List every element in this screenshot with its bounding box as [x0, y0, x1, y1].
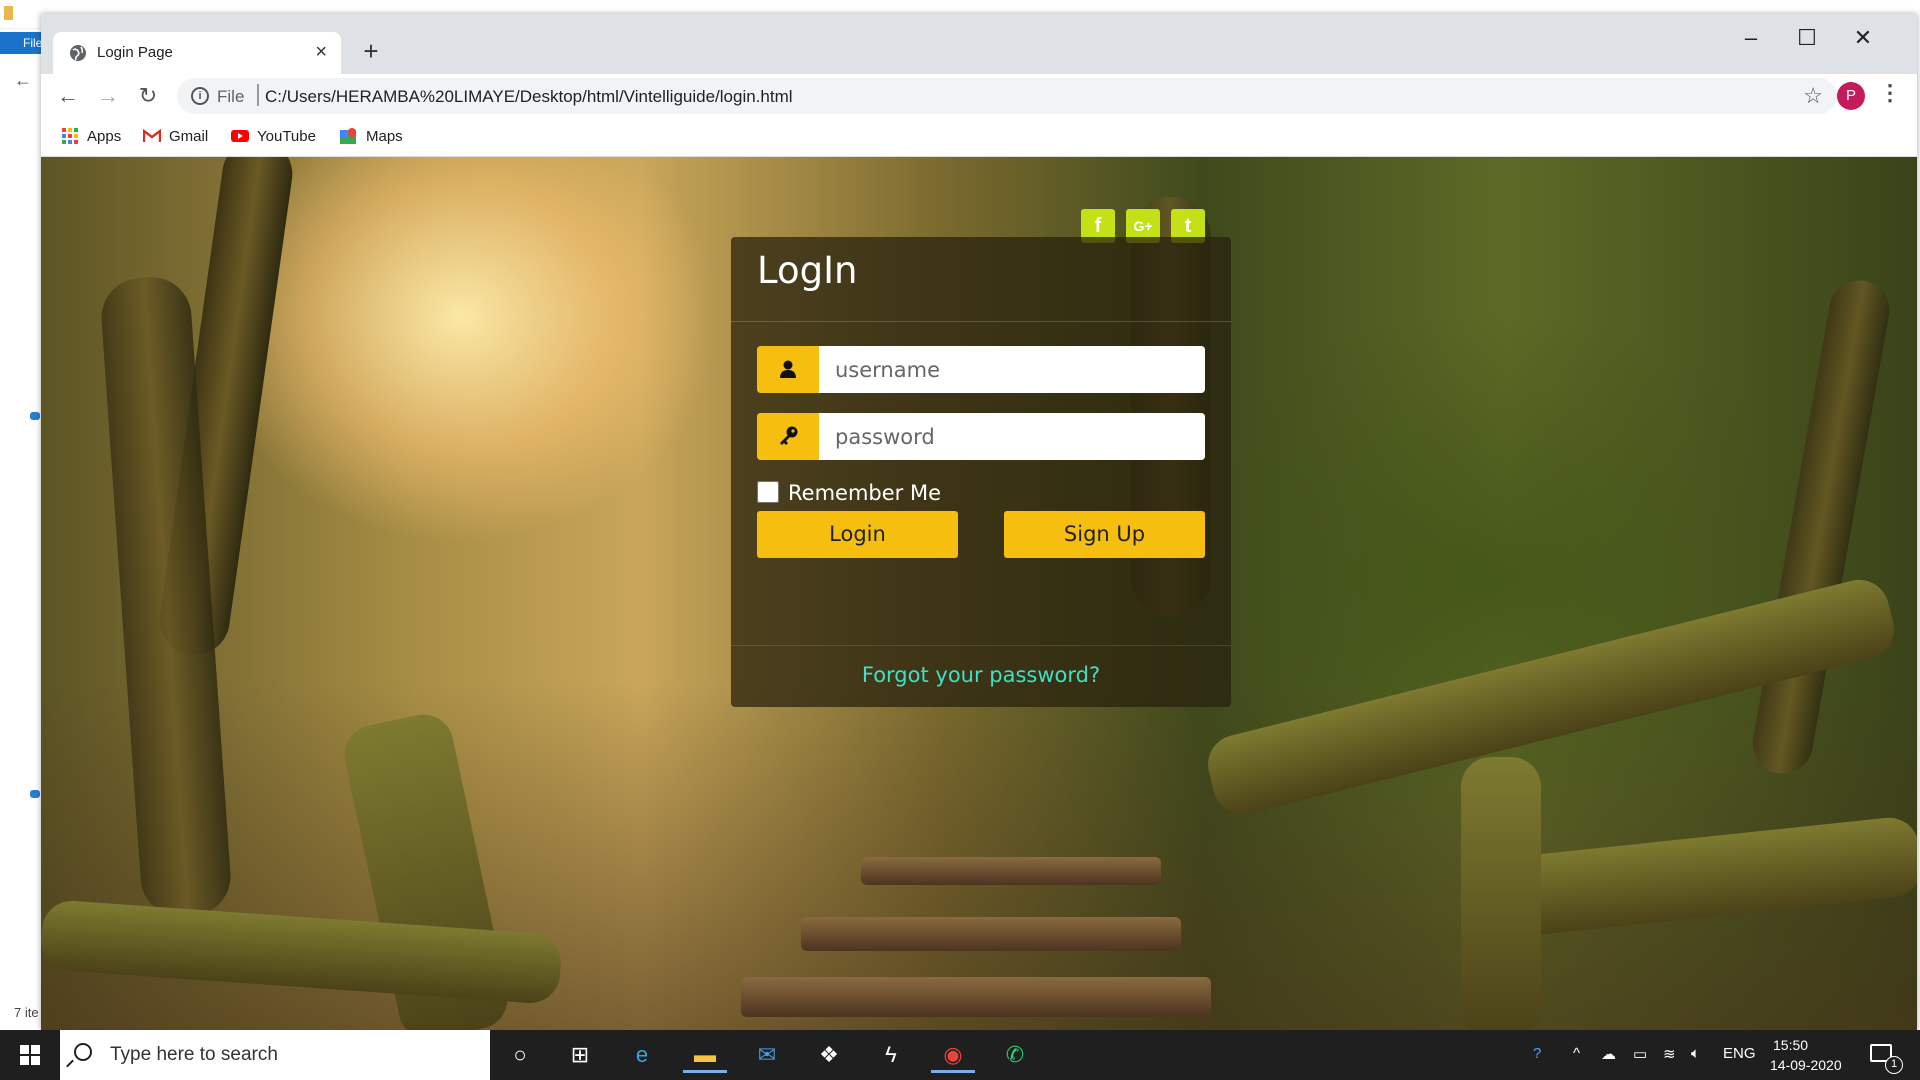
gmail-icon — [143, 128, 161, 142]
info-icon[interactable]: i — [191, 87, 209, 105]
cloud-icon — [30, 412, 40, 420]
login-card: LogIn username Remember Me Login Sign Up… — [731, 237, 1231, 707]
taskbar-search-placeholder: Type here to search — [110, 1044, 278, 1065]
key-icon — [780, 426, 798, 445]
search-icon — [74, 1043, 92, 1061]
background-back-icon[interactable]: ← — [14, 70, 32, 91]
maximize-icon[interactable]: ☐ — [1787, 22, 1827, 54]
background-file-tab-label: File — [23, 36, 43, 50]
start-button[interactable] — [0, 1030, 60, 1080]
chrome-icon[interactable]: ◉ — [931, 1037, 975, 1073]
taskbar: Type here to search ○ ⊞ e ▬ ✉ ❖ ϟ ◉ ✆ ? … — [0, 1030, 1920, 1080]
youtube-icon — [231, 130, 249, 142]
chevron-up-icon[interactable]: ^ — [1573, 1045, 1580, 1062]
battery-icon[interactable]: ▭ — [1633, 1045, 1647, 1063]
bookmark-apps-label: Apps — [87, 128, 122, 145]
menu-dots-icon[interactable]: ⋮ — [1879, 80, 1901, 106]
windows-logo-icon — [31, 1045, 40, 1054]
bookmark-star-icon[interactable]: ☆ — [1803, 83, 1823, 109]
card-divider — [731, 645, 1231, 646]
tab-login-page[interactable]: Login Page × — [53, 32, 341, 74]
bookmarks-bar: Apps Gmail YouTube Maps — [41, 118, 1917, 157]
user-addon — [757, 346, 819, 393]
taskbar-search[interactable]: Type here to search — [60, 1030, 490, 1080]
lightning-app-icon[interactable]: ϟ — [869, 1037, 913, 1073]
notification-count: 1 — [1885, 1056, 1903, 1074]
minimize-icon[interactable]: – — [1731, 22, 1771, 54]
folder-icon — [4, 6, 13, 20]
task-view-icon[interactable]: ⊞ — [558, 1037, 602, 1073]
login-button[interactable]: Login — [757, 511, 958, 558]
background-bridge-plank — [861, 857, 1161, 885]
cloud-icon — [30, 790, 40, 798]
browser-window: Login Page × + – ☐ ✕ ← → ↻ i File C:/Use… — [41, 14, 1917, 1030]
edge-icon[interactable]: e — [620, 1037, 664, 1073]
username-input[interactable] — [819, 346, 1205, 393]
forgot-password-link[interactable]: Forgot your password? — [731, 663, 1231, 687]
url-separator — [257, 84, 259, 106]
page-viewport: f G+ t LogIn username Remember Me Login … — [41, 157, 1917, 1030]
apps-grid-icon — [62, 128, 78, 144]
background-tree-trunk — [1748, 275, 1894, 779]
maps-icon — [340, 128, 356, 144]
volume-icon[interactable]: 🔈︎ — [1691, 1045, 1700, 1062]
user-icon — [780, 360, 796, 378]
key-addon — [757, 413, 819, 460]
back-arrow-icon[interactable]: ← — [53, 82, 83, 110]
url-scheme-label: File — [217, 87, 245, 106]
language-indicator[interactable]: ENG — [1723, 1045, 1756, 1062]
bookmark-maps-label: Maps — [366, 128, 403, 145]
bookmark-youtube[interactable]: YouTube — [231, 128, 316, 145]
remember-me-label[interactable]: Remember Me — [788, 481, 941, 505]
wifi-icon[interactable]: ≋ — [1663, 1045, 1676, 1063]
background-bridge-plank — [741, 977, 1211, 1017]
password-input[interactable] — [819, 413, 1205, 460]
onedrive-icon[interactable]: ☁ — [1601, 1045, 1616, 1063]
clock-date[interactable]: 14-09-2020 — [1770, 1057, 1842, 1073]
background-railing — [1487, 814, 1917, 940]
clock-time[interactable]: 15:50 — [1773, 1037, 1808, 1053]
profile-avatar[interactable]: P — [1837, 82, 1865, 110]
windows-logo-icon — [31, 1056, 40, 1065]
username-field — [757, 346, 1205, 393]
new-tab-button[interactable]: + — [355, 36, 387, 68]
mail-icon[interactable]: ✉ — [745, 1037, 789, 1073]
globe-icon — [70, 45, 86, 61]
background-titlebar — [0, 0, 44, 29]
url-text[interactable]: C:/Users/HERAMBA%20LIMAYE/Desktop/html/V… — [265, 87, 793, 107]
windows-logo-icon — [20, 1045, 29, 1054]
tab-close-icon[interactable]: × — [315, 41, 327, 64]
bookmark-gmail-label: Gmail — [169, 128, 209, 145]
background-status-text: 7 ite — [14, 1005, 39, 1020]
windows-logo-icon — [20, 1056, 29, 1065]
bookmark-apps[interactable]: Apps — [61, 128, 121, 145]
whatsapp-icon[interactable]: ✆ — [993, 1037, 1037, 1073]
tab-strip: Login Page × + – ☐ ✕ — [41, 14, 1917, 74]
login-title: LogIn — [757, 249, 858, 292]
background-bridge-plank — [801, 917, 1181, 951]
remember-me-checkbox[interactable] — [757, 481, 779, 503]
help-icon[interactable]: ? — [1533, 1045, 1541, 1062]
cortana-icon[interactable]: ○ — [498, 1037, 542, 1073]
browser-toolbar: ← → ↻ i File C:/Users/HERAMBA%20LIMAYE/D… — [41, 74, 1917, 118]
file-explorer-icon[interactable]: ▬ — [683, 1037, 727, 1073]
close-icon[interactable]: ✕ — [1843, 22, 1883, 54]
bookmark-gmail[interactable]: Gmail — [143, 128, 208, 145]
sign-up-button[interactable]: Sign Up — [1004, 511, 1205, 558]
dropbox-icon[interactable]: ❖ — [807, 1037, 851, 1073]
bookmark-youtube-label: YouTube — [257, 128, 316, 145]
address-bar[interactable]: i File C:/Users/HERAMBA%20LIMAYE/Desktop… — [177, 78, 1837, 114]
background-railing-post — [1461, 757, 1541, 1030]
background-file-tab[interactable]: File — [0, 32, 44, 54]
reload-icon[interactable]: ↻ — [133, 82, 163, 110]
password-field — [757, 413, 1205, 460]
card-divider — [731, 321, 1231, 322]
tab-title: Login Page — [97, 44, 173, 61]
forward-arrow-icon[interactable]: → — [93, 82, 123, 110]
bookmark-maps[interactable]: Maps — [340, 128, 403, 145]
